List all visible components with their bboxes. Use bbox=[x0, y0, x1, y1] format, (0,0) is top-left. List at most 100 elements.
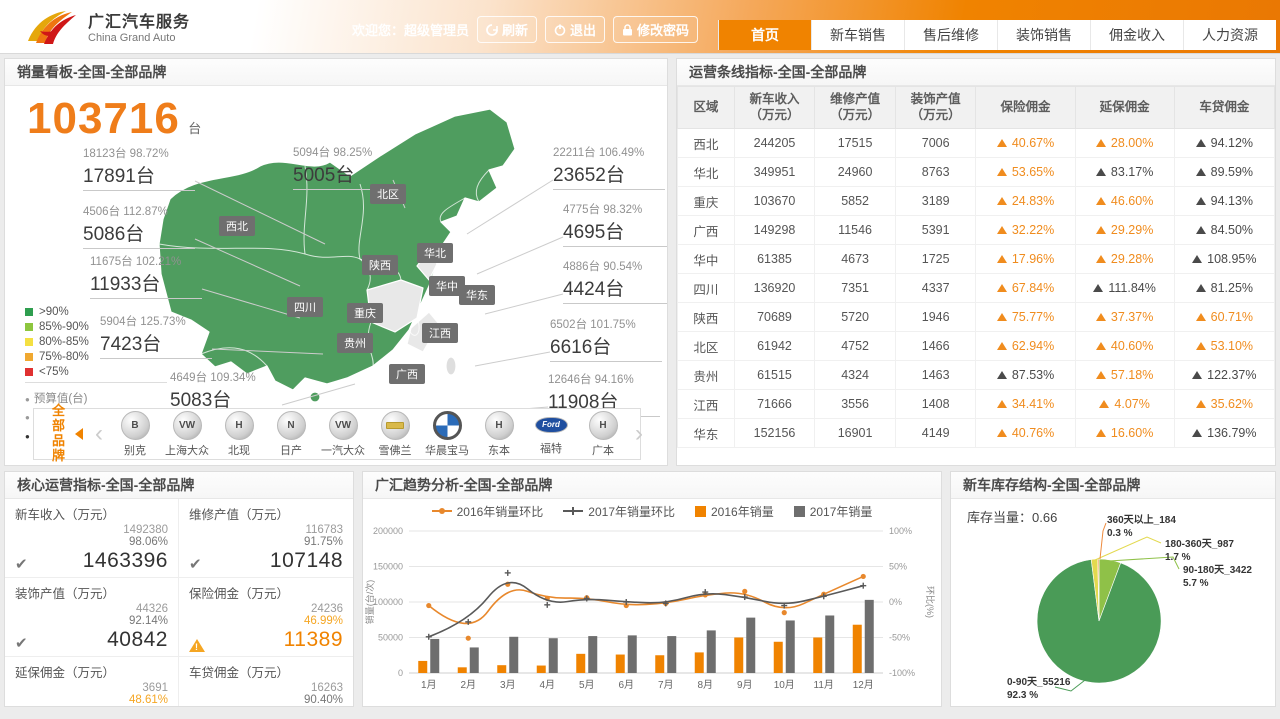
map-region-label[interactable]: 四川 bbox=[287, 297, 323, 317]
total-sales-value: 103716 bbox=[27, 94, 180, 143]
cell-value: 1463 bbox=[895, 361, 976, 390]
map-region-label[interactable]: 江西 bbox=[422, 323, 458, 343]
map-region-label[interactable]: 北区 bbox=[370, 184, 406, 204]
brand-item[interactable]: Ford福特 bbox=[525, 411, 577, 458]
legend-label: 2017年销量环比 bbox=[588, 503, 675, 520]
table-row[interactable]: 陕西706895720194675.77%37.37%60.71% bbox=[678, 303, 1275, 332]
tab-3[interactable]: 售后维修 bbox=[904, 20, 997, 50]
bar-2017年销量 bbox=[707, 630, 716, 673]
brand-item[interactable]: VW一汽大众 bbox=[317, 411, 369, 458]
brand-logo-icon: H bbox=[225, 411, 254, 440]
bar-2017年销量 bbox=[825, 615, 834, 673]
map-region-label[interactable]: 陕西 bbox=[362, 255, 398, 275]
arrow-up-icon bbox=[1192, 429, 1202, 437]
svg-text:50%: 50% bbox=[889, 562, 907, 572]
legend-label: 2016年销量 bbox=[711, 503, 774, 520]
cell-percent: 24.83% bbox=[976, 187, 1075, 216]
legend-label: >90% bbox=[39, 306, 69, 318]
cell-percent: 16.60% bbox=[1075, 419, 1174, 448]
callout-actual: 11933台 bbox=[90, 269, 202, 296]
brand-item[interactable]: H东本 bbox=[473, 411, 525, 458]
brand-collapse-icon[interactable] bbox=[75, 428, 83, 440]
logout-button[interactable]: 退出 bbox=[545, 16, 605, 43]
cell-percent: 40.67% bbox=[976, 129, 1075, 158]
table-row[interactable]: 重庆1036705852318924.83%46.60%94.13% bbox=[678, 187, 1275, 216]
cell-value: 70689 bbox=[734, 303, 815, 332]
svg-text:100%: 100% bbox=[889, 526, 912, 536]
metric-card: 延保佣金（万元）369148.61%1794 bbox=[5, 657, 179, 706]
arrow-up-icon bbox=[997, 429, 1007, 437]
cell-region: 华东 bbox=[678, 419, 735, 448]
brand-item[interactable]: H广本 bbox=[577, 411, 629, 458]
legend-label: <75% bbox=[39, 366, 69, 378]
brand-item[interactable]: N日产 bbox=[265, 411, 317, 458]
svg-text:8月: 8月 bbox=[697, 679, 713, 691]
map-taiwan bbox=[446, 357, 456, 375]
cell-percent: 37.37% bbox=[1075, 303, 1174, 332]
table-row[interactable]: 贵州615154324146387.53%57.18%122.37% bbox=[678, 361, 1275, 390]
tab-2[interactable]: 新车销售 bbox=[811, 20, 904, 50]
metric-title: 维修产值（万元） bbox=[189, 504, 343, 523]
cell-value: 5391 bbox=[895, 216, 976, 245]
brand-name: 广本 bbox=[577, 442, 629, 458]
core-metrics-panel: 核心运营指标-全国-全部品牌 新车收入（万元）149238098.06%✔146… bbox=[4, 471, 354, 707]
table-row[interactable]: 华东15215616901414940.76%16.60%136.79% bbox=[678, 419, 1275, 448]
arrow-up-icon bbox=[1096, 429, 1106, 437]
percent-indicator: 29.29% bbox=[1096, 223, 1153, 237]
cell-percent: 40.60% bbox=[1075, 332, 1174, 361]
brand-scroll-left-icon[interactable]: ‹ bbox=[95, 422, 103, 446]
map-region-label[interactable]: 广西 bbox=[389, 364, 425, 384]
power-icon bbox=[554, 24, 566, 36]
table-row[interactable]: 江西716663556140834.41%4.07%35.62% bbox=[678, 390, 1275, 419]
metric-actual: 1463396 bbox=[83, 549, 168, 573]
table-row[interactable]: 华中613854673172517.96%29.28%108.95% bbox=[678, 245, 1275, 274]
legend-label: 80%-85% bbox=[39, 336, 89, 348]
percent-indicator: 4.07% bbox=[1099, 397, 1149, 411]
tab-4[interactable]: 装饰销售 bbox=[997, 20, 1090, 50]
cell-percent: 53.10% bbox=[1174, 332, 1274, 361]
change-password-button[interactable]: 修改密码 bbox=[613, 16, 698, 43]
operations-table: 区域新车收入 （万元）维修产值 （万元）装饰产值 （万元）保险佣金延保佣金车贷佣… bbox=[677, 86, 1275, 448]
cell-percent: 40.76% bbox=[976, 419, 1075, 448]
region-callout: 4886台 90.54%4424台 bbox=[563, 258, 667, 304]
callout-budget-rate: 5904台 125.73% bbox=[100, 313, 212, 329]
metric-rate: 98.06% bbox=[15, 536, 168, 548]
cell-value: 11546 bbox=[815, 216, 896, 245]
bar-2017年销量 bbox=[549, 638, 558, 673]
arrow-up-icon bbox=[1196, 168, 1206, 176]
cell-percent: 57.18% bbox=[1075, 361, 1174, 390]
brand-item[interactable]: H北现 bbox=[213, 411, 265, 458]
region-callout: 22211台 106.49%23652台 bbox=[553, 144, 665, 190]
brand-name: 一汽大众 bbox=[317, 442, 369, 458]
brand-item[interactable]: 华晨宝马 bbox=[421, 411, 473, 458]
tab-5[interactable]: 佣金收入 bbox=[1090, 20, 1183, 50]
bar-2016年销量 bbox=[497, 665, 506, 673]
arrow-up-icon bbox=[1196, 284, 1206, 292]
tab-6[interactable]: 人力资源 bbox=[1183, 20, 1276, 50]
refresh-button[interactable]: 刷新 bbox=[477, 16, 537, 43]
callout-budget-rate: 11675台 102.21% bbox=[90, 253, 202, 269]
map-region-label[interactable]: 华东 bbox=[459, 285, 495, 305]
percent-indicator: 94.12% bbox=[1196, 136, 1253, 150]
map-region-label[interactable]: 华北 bbox=[417, 243, 453, 263]
brand-item[interactable]: 雪佛兰 bbox=[369, 411, 421, 458]
region-callout: 11675台 102.21%11933台 bbox=[90, 253, 202, 299]
brand-item[interactable]: B别克 bbox=[109, 411, 161, 458]
map-region-label[interactable]: 贵州 bbox=[337, 333, 373, 353]
table-row[interactable]: 四川1369207351433767.84%111.84%81.25% bbox=[678, 274, 1275, 303]
percent-text: 17.96% bbox=[1012, 252, 1054, 266]
brand-filter-all[interactable]: 全部 品牌 bbox=[52, 404, 65, 464]
map-region-label[interactable]: 西北 bbox=[219, 216, 255, 236]
check-icon: ✔ bbox=[15, 555, 28, 573]
table-row[interactable]: 北区619424752146662.94%40.60%53.10% bbox=[678, 332, 1275, 361]
table-row[interactable]: 西北24420517515700640.67%28.00%94.12% bbox=[678, 129, 1275, 158]
table-row[interactable]: 华北34995124960876353.65%83.17%89.59% bbox=[678, 158, 1275, 187]
brand-item[interactable]: VW上海大众 bbox=[161, 411, 213, 458]
tab-1[interactable]: 首页 bbox=[718, 20, 811, 50]
map-region-label[interactable]: 重庆 bbox=[347, 303, 383, 323]
cell-value: 136920 bbox=[734, 274, 815, 303]
table-row[interactable]: 广西14929811546539132.22%29.29%84.50% bbox=[678, 216, 1275, 245]
bar-2017年销量 bbox=[470, 647, 479, 673]
brand-scroll-right-icon[interactable]: › bbox=[635, 422, 643, 446]
svg-text:100000: 100000 bbox=[373, 597, 403, 607]
